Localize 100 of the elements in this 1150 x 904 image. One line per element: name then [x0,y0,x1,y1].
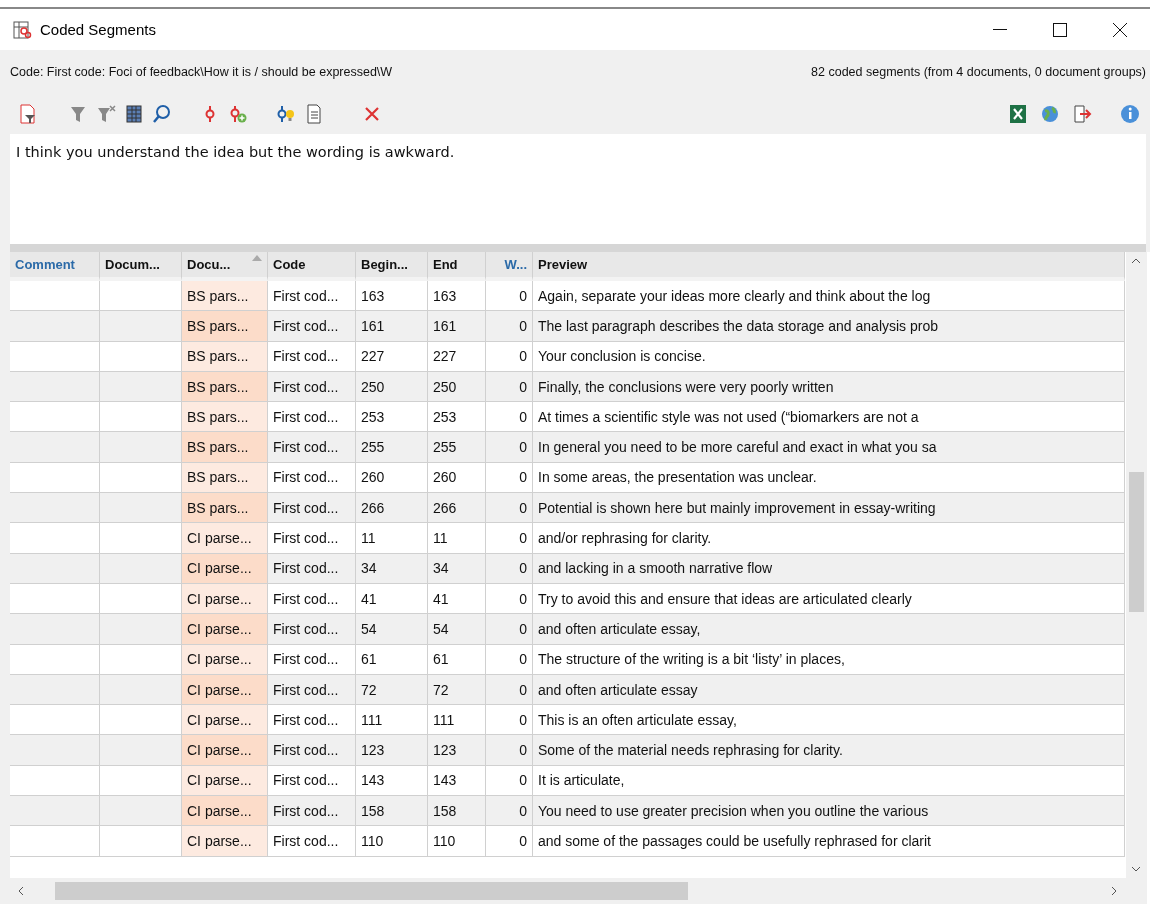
table-cell: 143 [428,765,486,797]
table-cell: First cod... [268,674,356,706]
table-cell: CI parse... [182,523,268,554]
table-cell: 0 [486,644,533,675]
table-cell: Some of the material needs rephrasing for clarity. [533,735,1125,766]
column-header[interactable]: Comment [10,252,100,281]
table-cell: CI parse... [182,644,268,675]
table-cell: 250 [428,371,486,403]
table-cell: First cod... [268,826,356,857]
table-cell: CI parse... [182,614,268,645]
table-cell: 72 [356,674,428,706]
table-cell: and lacking in a smooth narrative flow [533,553,1125,584]
table-cell: BS pars... [182,462,268,494]
table-cell: 260 [428,462,486,494]
table-cell: 111 [356,705,428,736]
table-cell: 54 [356,614,428,645]
scroll-thumb[interactable] [55,882,688,900]
table-cell: 123 [428,735,486,766]
table-cell: 253 [356,402,428,433]
table-cell: First cod... [268,614,356,645]
table-cell: CI parse... [182,705,268,736]
column-header[interactable]: W... [486,252,533,281]
table-cell: The last paragraph describes the data storage and analysis prob [533,311,1125,342]
column-header[interactable]: End [428,252,486,281]
table-cell: 0 [486,432,533,463]
table-cell: 253 [428,402,486,433]
minimize-icon [993,29,1007,30]
table-cell: 111 [428,705,486,736]
table-cell: BS pars... [182,402,268,433]
table-cell: 110 [428,826,486,857]
table-cell: 266 [428,493,486,524]
scroll-left-icon[interactable] [18,886,24,896]
table-cell: 123 [356,735,428,766]
table-cell: CI parse... [182,674,268,706]
table-cell: 250 [356,371,428,403]
table-cell: CI parse... [182,583,268,615]
table-cell: 161 [356,311,428,342]
scroll-right-icon[interactable] [1111,886,1117,896]
table-cell: 0 [486,462,533,494]
table-cell: 0 [486,583,533,615]
comment-text[interactable]: I think you understand the idea but the wording is awkward. [10,134,1146,244]
table-cell: You need to use greater precision when you outline the various [533,796,1125,827]
scroll-down-icon[interactable] [1131,866,1141,872]
table-cell: 143 [356,765,428,797]
close-icon [1113,22,1127,37]
table-cell: 61 [356,644,428,675]
maximize-icon [1053,22,1067,37]
vertical-scrollbar[interactable] [1126,252,1147,878]
table-cell: CI parse... [182,553,268,584]
table-cell: 260 [356,462,428,494]
column-header[interactable]: Code [268,252,356,281]
scroll-up-icon[interactable] [1131,258,1141,264]
horizontal-scrollbar[interactable] [10,878,1147,904]
table-cell: At times a scientific style was not used (“biomarkers are not a [533,402,1125,433]
table-cell: First cod... [268,462,356,494]
table-cell: First cod... [268,311,356,342]
table-cell: First cod... [268,553,356,584]
table-icon [123,103,145,125]
table-cell: BS pars... [182,281,268,312]
table-cell: First cod... [268,432,356,463]
table-cell: 0 [486,311,533,342]
spreadsheet-icon [1007,103,1029,125]
table-cell: 0 [486,371,533,403]
table-cell: 41 [428,583,486,615]
code-idea-icon [275,103,297,125]
table-cell: First cod... [268,402,356,433]
table-cell: 11 [356,523,428,554]
table-cell: 34 [356,553,428,584]
table-cell: First cod... [268,523,356,554]
table-cell: and some of the passages could be usefully rephrased for clarit [533,826,1125,857]
filter-clear-icon [95,103,117,125]
column-header[interactable]: Docum... [100,252,182,281]
scroll-thumb[interactable] [1129,472,1144,612]
column-header[interactable]: Begin... [356,252,428,281]
table-cell: Again, separate your ideas more clearly and think about the log [533,281,1125,312]
table-cell: 0 [486,402,533,433]
table-cell: In general you need to be more careful and exact in what you sa [533,432,1125,463]
table-cell: 161 [428,311,486,342]
table-cell: First cod... [268,644,356,675]
table-cell: 163 [356,281,428,312]
table-cell: First cod... [268,796,356,827]
table-cell: 0 [486,553,533,584]
table-cell: CI parse... [182,796,268,827]
export-icon [1071,103,1093,125]
table-cell: 0 [486,765,533,797]
table-cell: 54 [428,614,486,645]
table-cell: 158 [356,796,428,827]
table-cell: BS pars... [182,341,268,372]
table-cell: CI parse... [182,826,268,857]
table-cell: 0 [486,705,533,736]
table-cell: First cod... [268,765,356,797]
column-header[interactable]: Preview [533,252,1125,281]
table-cell: In some areas, the presentation was unclear. [533,462,1125,494]
column-header[interactable]: Docu... [182,252,268,281]
table-cell: Try to avoid this and ensure that ideas are articulated clearly [533,583,1125,615]
table-cell: BS pars... [182,311,268,342]
app-icon [12,19,32,40]
info-icon [1119,103,1141,125]
table-cell: This is an often articulate essay, [533,705,1125,736]
table-cell: Your conclusion is concise. [533,341,1125,372]
